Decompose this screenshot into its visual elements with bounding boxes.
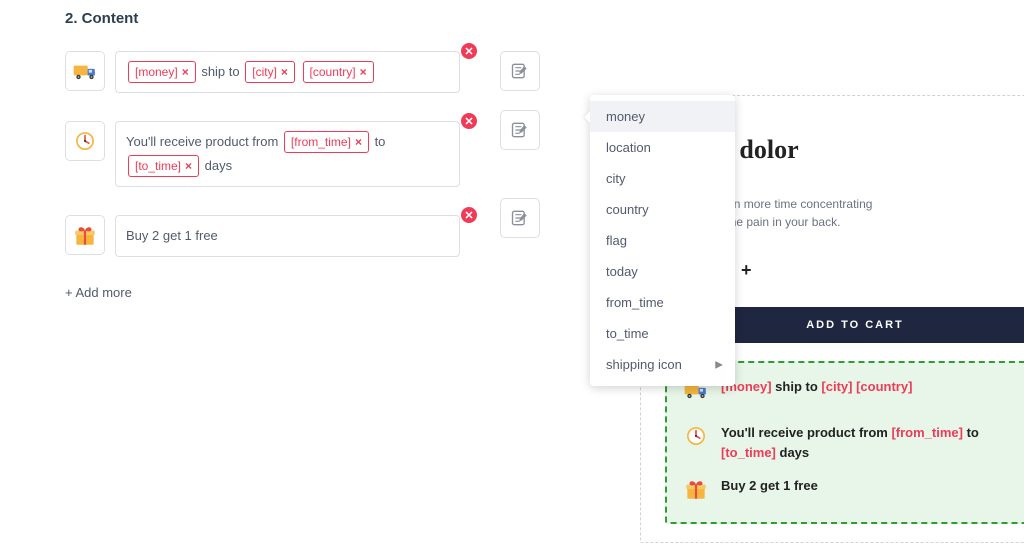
- trust-variable: [city]: [821, 379, 852, 394]
- content-row: [money]× ship to [city]× [country]×✕: [65, 51, 460, 93]
- truck-icon[interactable]: [65, 51, 105, 91]
- token-remove-icon[interactable]: ×: [185, 159, 192, 173]
- content-rows: [money]× ship to [city]× [country]×✕ You'…: [65, 51, 460, 300]
- dropdown-item-shipping-icon[interactable]: shipping icon▶: [590, 349, 735, 380]
- gift-icon: [683, 476, 709, 508]
- section-title: 2. Content: [65, 10, 959, 27]
- variable-token[interactable]: [from_time]×: [284, 131, 369, 153]
- dropdown-item-money[interactable]: money: [590, 101, 735, 132]
- trust-variable: [from_time]: [891, 425, 963, 440]
- content-input[interactable]: Buy 2 get 1 free: [115, 215, 460, 257]
- trust-row: You'll receive product from [from_time] …: [683, 423, 1024, 462]
- trust-text: [money] ship to [city] [country]: [721, 377, 912, 397]
- trust-text: Buy 2 get 1 free: [721, 476, 818, 496]
- dropdown-item-today[interactable]: today: [590, 256, 735, 287]
- trust-row: Buy 2 get 1 free: [683, 476, 1024, 508]
- qty-plus-button[interactable]: +: [741, 260, 752, 281]
- content-row: Buy 2 get 1 free✕: [65, 215, 460, 257]
- delete-row-button[interactable]: ✕: [461, 207, 477, 223]
- trust-variable: [to_time]: [721, 445, 776, 460]
- clock-icon: [683, 423, 709, 455]
- add-more-button[interactable]: + Add more: [65, 285, 460, 300]
- chevron-right-icon: ▶: [715, 359, 723, 370]
- delete-row-button[interactable]: ✕: [461, 43, 477, 59]
- delete-row-button[interactable]: ✕: [461, 113, 477, 129]
- content-input[interactable]: You'll receive product from [from_time]×…: [115, 121, 460, 187]
- insert-variable-button[interactable]: [500, 198, 540, 238]
- variable-dropdown[interactable]: moneylocationcitycountryflagtodayfrom_ti…: [590, 95, 735, 386]
- var-insert-column: [500, 51, 542, 257]
- token-remove-icon[interactable]: ×: [360, 65, 367, 79]
- variable-token[interactable]: [money]×: [128, 61, 196, 83]
- token-remove-icon[interactable]: ×: [182, 65, 189, 79]
- clock-icon[interactable]: [65, 121, 105, 161]
- dropdown-item-to_time[interactable]: to_time: [590, 318, 735, 349]
- trust-variable: [country]: [856, 379, 912, 394]
- insert-variable-button[interactable]: [500, 51, 540, 91]
- token-remove-icon[interactable]: ×: [355, 135, 362, 149]
- dropdown-item-country[interactable]: country: [590, 194, 735, 225]
- insert-variable-button[interactable]: [500, 110, 540, 150]
- content-input[interactable]: [money]× ship to [city]× [country]×: [115, 51, 460, 93]
- gift-icon[interactable]: [65, 215, 105, 255]
- trust-text: You'll receive product from [from_time] …: [721, 423, 1024, 462]
- token-remove-icon[interactable]: ×: [281, 65, 288, 79]
- variable-token[interactable]: [to_time]×: [128, 155, 199, 177]
- variable-token[interactable]: [city]×: [245, 61, 295, 83]
- variable-token[interactable]: [country]×: [303, 61, 374, 83]
- content-row: You'll receive product from [from_time]×…: [65, 121, 460, 187]
- dropdown-item-flag[interactable]: flag: [590, 225, 735, 256]
- dropdown-item-from_time[interactable]: from_time: [590, 287, 735, 318]
- dropdown-item-location[interactable]: location: [590, 132, 735, 163]
- dropdown-item-city[interactable]: city: [590, 163, 735, 194]
